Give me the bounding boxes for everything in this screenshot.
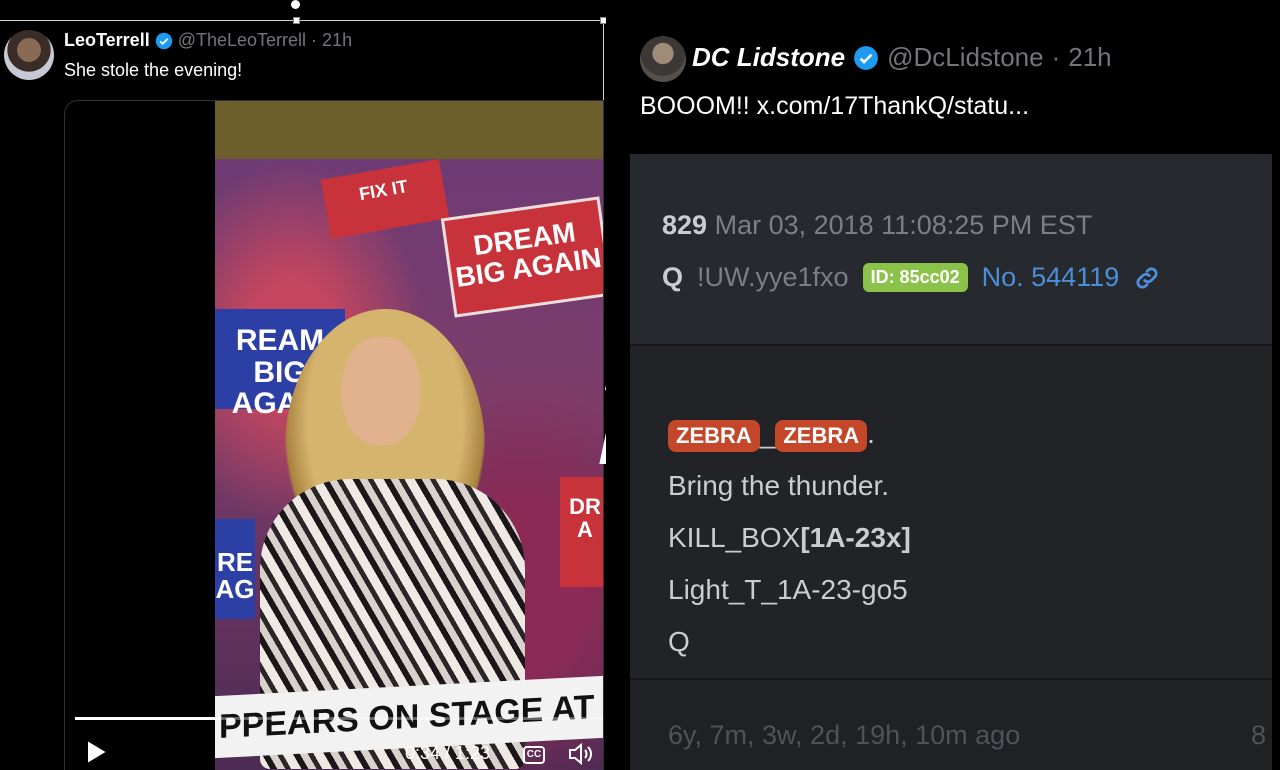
killbox-prefix: KILL_BOX: [668, 522, 801, 553]
tweet-time[interactable]: 21h: [322, 30, 352, 51]
verified-badge-icon: [854, 45, 879, 70]
sign-red-small: DR A: [560, 477, 603, 587]
poster-name: Q: [662, 262, 684, 292]
post-footer-edge: 8: [1250, 720, 1266, 750]
post-link: No. 544119: [981, 262, 1120, 292]
tweet-header: LeoTerrell @TheLeoTerrell · 21h: [64, 30, 352, 51]
id-badge: ID: 85cc02: [862, 263, 968, 292]
avatar[interactable]: [4, 30, 54, 80]
post-header: 829 Mar 03, 2018 11:08:25 PM EST Q !UW.y…: [630, 154, 1272, 346]
post-age: 6y, 7m, 3w, 2d, 19h, 10m ago: [668, 720, 1021, 750]
person-face: [342, 337, 420, 445]
verified-badge-icon: [155, 32, 172, 49]
post-meta: 829 Mar 03, 2018 11:08:25 PM EST: [662, 210, 1092, 241]
tag-period: .: [867, 418, 875, 449]
author-handle[interactable]: @DcLidstone: [887, 42, 1043, 73]
volume-icon[interactable]: [567, 742, 595, 766]
video-time: 0:34 / 1:23: [405, 743, 491, 763]
tweet-header: DC Lidstone @DcLidstone · 21h: [692, 42, 1112, 73]
quoted-post-image: 829 Mar 03, 2018 11:08:25 PM EST Q !UW.y…: [630, 154, 1272, 770]
post-number: 829: [662, 210, 708, 240]
tweet-text[interactable]: BOOOM!! x.com/17ThankQ/statu...: [640, 92, 1029, 121]
post-body: ZEBRA _ ZEBRA. Bring the thunder. KILL_BOX…: [668, 408, 911, 668]
tag-zebra: ZEBRA: [775, 419, 868, 452]
tag-separator: _: [759, 418, 776, 449]
video-progress-fill: [75, 717, 221, 720]
play-icon[interactable]: [81, 738, 109, 766]
dot-separator: ·: [311, 30, 318, 50]
post-author-row: Q !UW.yye1fxo ID: 85cc02 No. 544119: [662, 262, 1161, 293]
avatar[interactable]: [640, 36, 686, 82]
tweet-time[interactable]: 21h: [1068, 42, 1111, 73]
right-tweet: DC Lidstone @DcLidstone · 21h BOOOM!! x.…: [606, 0, 1280, 770]
post-line: Light_T_1A-23-go5: [668, 574, 908, 605]
tripcode: !UW.yye1fxo: [697, 262, 849, 292]
sign-dream-big: DREAM BIG AGAIN: [440, 196, 603, 318]
post-signature: Q: [668, 626, 690, 657]
rotate-handle[interactable]: [291, 0, 300, 9]
resize-handle-top[interactable]: [293, 17, 300, 24]
author-handle[interactable]: @TheLeoTerrell: [178, 30, 306, 51]
author-name[interactable]: DC Lidstone: [692, 42, 845, 73]
post-line: Bring the thunder.: [668, 470, 890, 501]
post-timestamp: Mar 03, 2018 11:08:25 PM EST: [714, 210, 1093, 240]
post-footer: 6y, 7m, 3w, 2d, 19h, 10m ago 8: [630, 678, 1272, 770]
captions-button[interactable]: CC: [523, 746, 545, 764]
post-line-killbox: KILL_BOX[1A-23x]: [668, 512, 911, 564]
dot-separator: ·: [1051, 42, 1061, 72]
sign-blue-small: RE AG: [215, 519, 255, 619]
tweet-text: She stole the evening!: [64, 60, 243, 80]
video-player[interactable]: FIX IT DREAM BIG AGAIN REAM BIG AGAIN RE…: [64, 100, 604, 770]
link-icon: [1136, 266, 1158, 289]
tag-line: ZEBRA _ ZEBRA.: [668, 408, 911, 460]
killbox-bold: [1A-23x]: [800, 522, 911, 553]
sign-fix-it: FIX IT: [320, 159, 450, 239]
author-name[interactable]: LeoTerrell: [64, 30, 150, 51]
left-tweet: LeoTerrell @TheLeoTerrell · 21h She stol…: [0, 0, 607, 770]
video-progress-bar[interactable]: [75, 717, 603, 720]
tag-zebra: ZEBRA: [668, 419, 760, 452]
video-frame-top: [215, 101, 603, 159]
